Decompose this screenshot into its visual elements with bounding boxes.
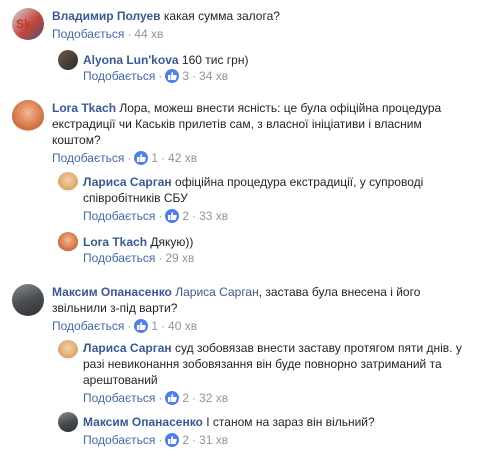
comment-text-line: коштом?: [52, 133, 101, 147]
timestamp[interactable]: 34 хв: [199, 69, 228, 83]
comment-text-line: разі невиконання зобовязання він буде по…: [83, 357, 442, 371]
like-reaction-icon: [134, 319, 149, 333]
comment-text: 160 тис грн): [181, 53, 249, 67]
comment-text-line: арештований: [83, 373, 158, 387]
like-button[interactable]: Подобається: [52, 319, 124, 333]
comment: Lora Tkach Лора, можеш внести ясність: ц…: [12, 100, 482, 166]
like-button[interactable]: Подобається: [83, 251, 155, 265]
user-avatar-icon[interactable]: [58, 232, 78, 252]
comment-author[interactable]: Lora Tkach: [83, 235, 147, 249]
like-button[interactable]: Подобається: [83, 391, 155, 405]
mention-link[interactable]: Лариса Сарган: [175, 285, 259, 299]
comment-text-line: співробітників СБУ: [83, 191, 188, 205]
comment-author[interactable]: Лариса Сарган: [83, 175, 172, 189]
comment-reply: Лариса Сарган суд зобовязав внести заста…: [58, 340, 478, 406]
comment-reply: Alyona Lun'kova 160 тис грн) Подобається…: [58, 50, 478, 84]
like-reaction-icon: [134, 151, 149, 165]
like-reaction-icon: [165, 433, 180, 447]
comment-text-line: офіційна процедура екстрадиції, у супров…: [175, 175, 424, 189]
timestamp[interactable]: 33 хв: [199, 209, 228, 223]
user-avatar-icon[interactable]: [12, 284, 44, 316]
like-button[interactable]: Подобається: [83, 433, 155, 447]
comment-author[interactable]: Lora Tkach: [52, 101, 116, 115]
comment: Sk Владимир Полуев какая сумма залога? П…: [12, 8, 482, 46]
user-avatar-icon[interactable]: [58, 172, 78, 192]
timestamp[interactable]: 42 хв: [168, 151, 197, 165]
comment-text-line: екстрадиції чи Каськів прилетів сам, з в…: [52, 117, 422, 131]
user-avatar-icon[interactable]: [12, 100, 44, 132]
comment-text-line: , застава була внесена і його: [258, 285, 421, 299]
timestamp[interactable]: 40 хв: [168, 319, 197, 333]
like-button[interactable]: Подобається: [83, 209, 155, 223]
user-avatar-icon[interactable]: Sk: [12, 8, 44, 40]
svg-text:Sk: Sk: [16, 17, 31, 31]
timestamp[interactable]: 31 хв: [199, 433, 228, 447]
like-button[interactable]: Подобається: [83, 69, 155, 83]
comment-author[interactable]: Лариса Сарган: [83, 341, 172, 355]
user-avatar-icon[interactable]: [58, 50, 78, 70]
like-button[interactable]: Подобається: [52, 151, 124, 165]
timestamp[interactable]: 44 хв: [134, 27, 163, 41]
comment-reply: Максим Опанасенко І станом на зараз він …: [58, 412, 478, 448]
comment-author[interactable]: Максим Опанасенко: [83, 415, 203, 429]
comment-text-line: суд зобовязав внести заставу протягом пя…: [175, 341, 462, 355]
timestamp[interactable]: 29 хв: [165, 251, 194, 265]
user-avatar-icon[interactable]: [58, 412, 78, 432]
timestamp[interactable]: 32 хв: [199, 391, 228, 405]
comment-text-line: звільнили з-під варти?: [52, 301, 178, 315]
comment-reply: Лариса Сарган офіційна процедура екстрад…: [58, 172, 478, 224]
comment-text: І станом на зараз він вільний?: [206, 415, 375, 429]
comment-reply: Lora Tkach Дякую)) Подобається · 29 хв: [58, 232, 478, 266]
comment-author[interactable]: Alyona Lun'kova: [83, 53, 179, 67]
user-avatar-icon[interactable]: [58, 340, 78, 360]
comment: Максим Опанасенко Лариса Сарган, застава…: [12, 284, 482, 334]
comment-text: Дякую)): [150, 235, 194, 249]
like-reaction-icon: [165, 209, 180, 223]
like-reaction-icon: [165, 391, 180, 405]
comment-text-line: Лора, можеш внести ясність: це була офіц…: [119, 101, 442, 115]
comment-author[interactable]: Владимир Полуев: [52, 9, 161, 23]
like-reaction-icon: [165, 69, 180, 83]
comment-author[interactable]: Максим Опанасенко: [52, 285, 172, 299]
like-button[interactable]: Подобається: [52, 27, 124, 41]
comment-text: какая сумма залога?: [163, 9, 280, 23]
